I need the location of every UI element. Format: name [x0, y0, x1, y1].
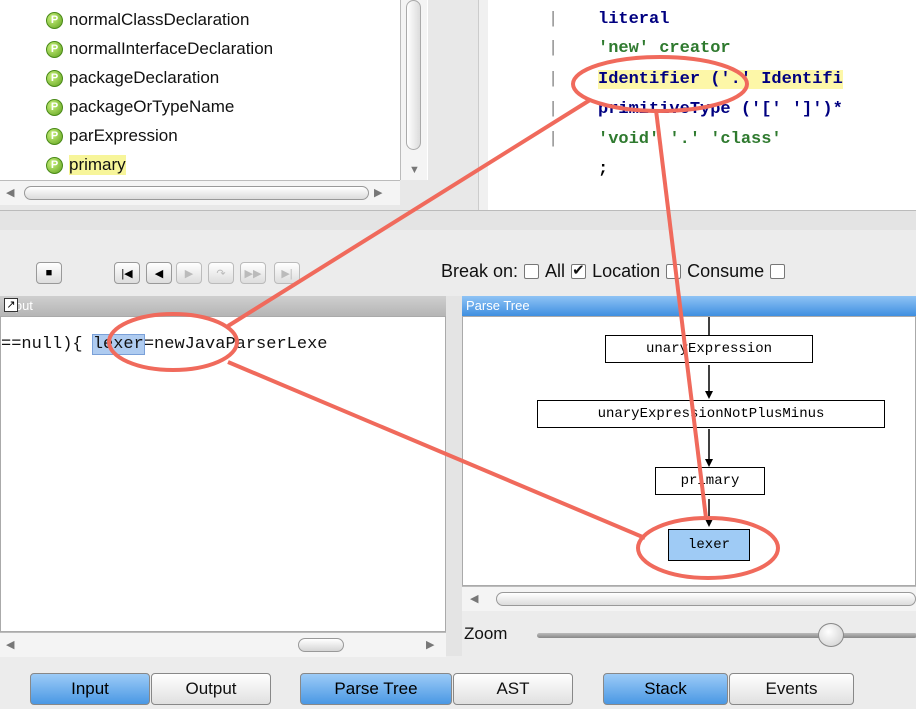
stop-icon: ■	[45, 267, 53, 279]
tree-node[interactable]: unaryExpressionNotPlusMinus	[537, 400, 885, 428]
checkbox-label: Consume	[687, 261, 765, 281]
break-on-label: Break on:	[441, 261, 519, 281]
code-line: literal	[598, 10, 670, 29]
rule-label: packageDeclaration	[69, 68, 220, 87]
alt-bar: |	[548, 70, 559, 89]
go-to-end-icon: ▶|	[281, 267, 293, 280]
panel-title: Parse Tree	[466, 298, 530, 313]
code-line: 'new' creator	[598, 39, 731, 58]
pane-separator[interactable]	[428, 0, 478, 210]
rule-item[interactable]: PnormalClassDeclaration	[46, 9, 249, 31]
scroll-left-arrow-icon[interactable]: ◀	[470, 592, 478, 605]
current-token: lexer	[91, 334, 145, 355]
rule-label: normalInterfaceDeclaration	[69, 39, 274, 58]
tab-stack[interactable]: Stack	[603, 673, 728, 705]
parser-rule-icon: P	[46, 156, 63, 174]
parser-rule-icon: P	[46, 40, 63, 58]
break-location-checkbox[interactable]	[571, 261, 587, 279]
break-consume-checkbox[interactable]	[666, 264, 682, 279]
parse-tree-panel-header: Parse Tree	[462, 296, 916, 316]
rule-item-selected[interactable]: Pprimary	[46, 154, 126, 176]
tab-input[interactable]: Input	[30, 673, 150, 705]
detach-icon[interactable]: ↗	[4, 298, 18, 312]
tab-output[interactable]: Output	[151, 673, 271, 705]
panel-splitter[interactable]	[446, 296, 462, 656]
rule-label: normalClassDeclaration	[69, 10, 250, 29]
input-text-after: =newJavaParserLexe	[143, 335, 328, 354]
zoom-slider-knob[interactable]	[818, 623, 844, 647]
scroll-left-arrow-icon[interactable]: ◀	[6, 186, 14, 199]
input-text-before: ==null){	[1, 335, 93, 354]
scroll-thumb[interactable]	[406, 0, 421, 150]
go-to-end-button[interactable]: ▶|	[274, 262, 300, 284]
rule-list-vertical-scrollbar[interactable]: ▼	[400, 0, 427, 180]
fast-forward-icon: ▶▶	[244, 267, 262, 280]
rule-item[interactable]: PpackageDeclaration	[46, 67, 219, 89]
code-line: ;	[598, 160, 609, 179]
step-forward-button[interactable]: ▶	[176, 262, 202, 284]
zoom-control: Zoom	[462, 618, 916, 652]
break-all-checkbox[interactable]	[524, 264, 540, 279]
scroll-down-arrow-icon[interactable]: ▼	[409, 164, 420, 176]
step-over-icon: ↷	[216, 267, 226, 280]
step-forward-icon: ▶	[184, 267, 194, 280]
rule-list-horizontal-scrollbar[interactable]: ◀ ▶	[0, 180, 400, 205]
tab-events[interactable]: Events	[729, 673, 854, 705]
alt-bar: |	[548, 100, 559, 119]
grammar-editor[interactable]: | literal | 'new' creator | Identifier ('.'…	[488, 0, 916, 210]
scroll-thumb[interactable]	[298, 638, 344, 652]
checkbox-label: Location	[592, 261, 661, 281]
scroll-left-arrow-icon[interactable]: ◀	[6, 638, 14, 651]
tree-node[interactable]: unaryExpression	[605, 335, 813, 363]
zoom-slider-track[interactable]	[537, 633, 916, 638]
rule-label: parExpression	[69, 126, 178, 145]
input-panel-header: Input ↗	[0, 296, 446, 316]
step-over-button[interactable]: ↷	[208, 262, 234, 284]
checkbox-label: All	[545, 261, 566, 281]
rule-label: primary	[69, 155, 126, 175]
tree-node[interactable]: primary	[655, 467, 765, 495]
tab-parse-tree[interactable]: Parse Tree	[300, 673, 452, 705]
parse-tree-horizontal-scrollbar[interactable]: ◀	[462, 586, 916, 611]
fast-forward-button[interactable]: ▶▶	[240, 262, 266, 284]
break-on-bar: Break on: All Location Consume	[441, 261, 791, 282]
alt-bar: |	[548, 130, 559, 149]
go-to-start-icon: |◀	[121, 267, 133, 280]
step-back-icon: ◀	[154, 267, 164, 280]
alt-bar: |	[548, 39, 559, 58]
input-text-area[interactable]: ==null){ lexer=newJavaParserLexe	[0, 316, 446, 632]
go-to-start-button[interactable]: |◀	[114, 262, 140, 284]
scroll-thumb[interactable]	[24, 186, 369, 200]
stop-button[interactable]: ■	[36, 262, 62, 284]
code-line: 'void' '.' 'class'	[598, 130, 782, 149]
code-line: primitiveType ('[' ']')*	[598, 100, 843, 119]
rule-item[interactable]: PnormalInterfaceDeclaration	[46, 38, 273, 60]
break-more-checkbox[interactable]	[770, 264, 786, 279]
tab-ast[interactable]: AST	[453, 673, 573, 705]
parser-rule-icon: P	[46, 127, 63, 145]
parser-rule-icon: P	[46, 69, 63, 87]
alt-bar: |	[548, 10, 559, 29]
rule-item[interactable]: PparExpression	[46, 125, 178, 147]
rule-list: PnormalClassDeclaration PnormalInterface…	[0, 0, 428, 180]
parse-tree-canvas[interactable]: unaryExpression unaryExpressionNotPlusMi…	[462, 316, 916, 586]
parser-rule-icon: P	[46, 11, 63, 29]
step-back-button[interactable]: ◀	[146, 262, 172, 284]
split-divider[interactable]	[0, 210, 916, 232]
rule-item[interactable]: PpackageOrTypeName	[46, 96, 234, 118]
scroll-right-arrow-icon[interactable]: ▶	[374, 186, 382, 199]
zoom-label: Zoom	[464, 624, 508, 643]
tree-node-current[interactable]: lexer	[668, 529, 750, 561]
parser-rule-icon: P	[46, 98, 63, 116]
input-horizontal-scrollbar[interactable]: ◀ ▶	[0, 632, 446, 657]
scroll-right-arrow-icon[interactable]: ▶	[426, 638, 434, 651]
code-line-highlighted: Identifier ('.' Identifi	[598, 70, 843, 89]
rule-label: packageOrTypeName	[69, 97, 235, 116]
scroll-thumb[interactable]	[496, 592, 916, 606]
